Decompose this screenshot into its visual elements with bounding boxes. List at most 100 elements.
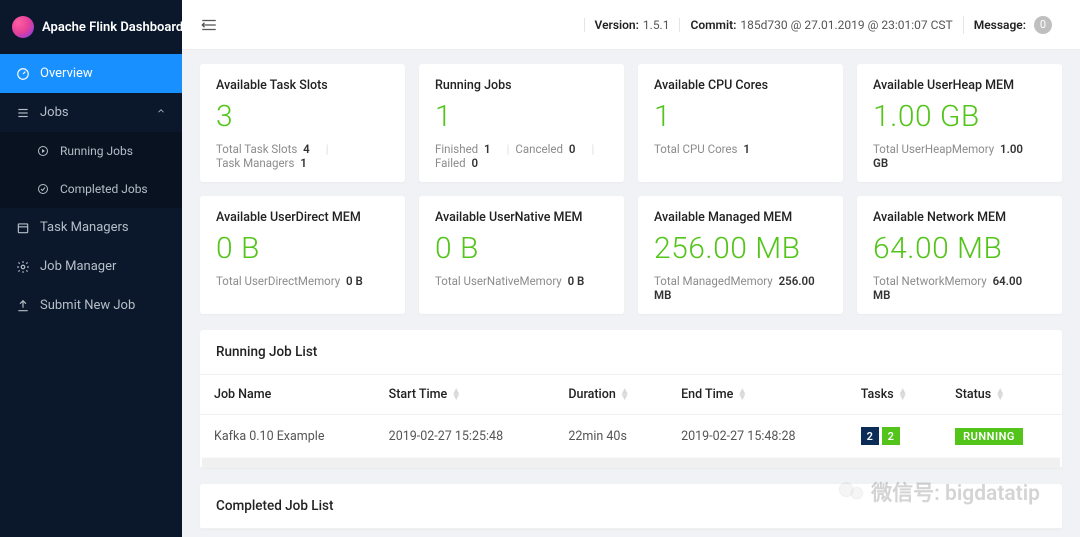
dashboard-icon <box>16 67 30 81</box>
column-header[interactable]: Start Time▲▼ <box>375 375 555 415</box>
nav-overview[interactable]: Overview <box>0 54 182 93</box>
card-footer: Total UserHeapMemory 1.00 GB <box>873 142 1046 170</box>
footer-stat: Failed 0 <box>435 156 478 170</box>
menu-fold-icon[interactable] <box>200 16 218 34</box>
footer-stat: Total UserDirectMemory 0 B <box>216 274 363 288</box>
card-title: Available Network MEM <box>873 210 1046 225</box>
nav-completed-jobs[interactable]: Completed Jobs <box>0 170 182 208</box>
panel-title: Completed Job List <box>200 484 1062 529</box>
footer-stat: Total ManagedMemory 256.00 MB <box>654 274 817 302</box>
version-value: 1.5.1 <box>643 18 670 32</box>
commit-segment: Commit: 185d730 @ 27.01.2019 @ 23:01:07 … <box>679 18 962 32</box>
stat-card: Running Jobs1Finished 1|Canceled 0|Faile… <box>419 64 624 182</box>
nav-label: Submit New Job <box>40 298 135 313</box>
list-icon <box>16 106 30 120</box>
panel-title: Running Job List <box>200 330 1062 375</box>
stat-card: Available Task Slots 3 Total Task Slots 4|… <box>200 64 405 182</box>
card-title: Available CPU Cores <box>654 78 827 93</box>
status-badge: RUNNING <box>955 428 1023 445</box>
sort-icon: ▲▼ <box>451 389 461 401</box>
card-title: Available Managed MEM <box>654 210 827 225</box>
card-footer: Total UserDirectMemory 0 B <box>216 274 389 288</box>
upload-icon <box>16 299 30 313</box>
card-value: 0 B <box>435 231 608 266</box>
card-title: Running Jobs <box>435 78 608 93</box>
card-title: Available UserHeap MEM <box>873 78 1046 93</box>
schedule-icon <box>16 221 30 235</box>
content: Available Task Slots3Total Task Slots 4|… <box>182 50 1080 537</box>
card-title: Available UserDirect MEM <box>216 210 389 225</box>
sort-icon: ▲▼ <box>898 389 908 401</box>
nav-running-jobs[interactable]: Running Jobs <box>0 132 182 170</box>
nav-label: Completed Jobs <box>60 182 148 196</box>
card-value: 64.00 MB <box>873 231 1046 266</box>
nav-jobs-submenu: Running Jobs Completed Jobs <box>0 132 182 208</box>
footer-stat: Total NetworkMemory 64.00 MB <box>873 274 1036 302</box>
stats-cards: Available Task Slots3Total Task Slots 4|… <box>200 64 1062 314</box>
message-count-badge[interactable]: 0 <box>1034 16 1052 34</box>
commit-label: Commit: <box>690 18 736 32</box>
nav-label: Task Managers <box>40 220 129 235</box>
divider: | <box>591 142 594 156</box>
brand-title: Apache Flink Dashboard <box>42 20 183 35</box>
card-title: Available UserNative MEM <box>435 210 608 225</box>
nav-label: Jobs <box>40 105 69 120</box>
task-count-badge: 2 <box>861 427 879 445</box>
cell-start-time: 2019-02-27 15:25:48 <box>375 415 555 458</box>
table-row[interactable]: Kafka 0.10 Example 2019-02-27 15:25:48 2… <box>200 415 1062 458</box>
card-footer: Finished 1|Canceled 0|Failed 0 <box>435 142 608 170</box>
nav-label: Overview <box>40 66 93 81</box>
topbar: Version: 1.5.1 Commit: 185d730 @ 27.01.2… <box>182 0 1080 50</box>
footer-stat: Total Task Slots 4 <box>216 142 310 156</box>
message-label: Message: <box>974 18 1026 32</box>
card-footer: Total ManagedMemory 256.00 MB <box>654 274 827 302</box>
card-value: 3 <box>216 99 389 134</box>
card-footer: Total Task Slots 4|Task Managers 1 <box>216 142 389 170</box>
card-value: 256.00 MB <box>654 231 827 266</box>
divider: | <box>507 142 510 156</box>
footer-stat: Canceled 0 <box>515 142 575 156</box>
sort-icon: ▲▼ <box>737 389 747 401</box>
nav-job-manager[interactable]: Job Manager <box>0 247 182 286</box>
column-header[interactable]: Duration▲▼ <box>554 375 667 415</box>
card-value: 0 B <box>216 231 389 266</box>
footer-stat: Total UserNativeMemory 0 B <box>435 274 584 288</box>
task-count-badge: 2 <box>882 427 900 445</box>
cell-end-time: 2019-02-27 15:48:28 <box>667 415 847 458</box>
card-title: Available Task Slots <box>216 78 389 93</box>
card-value: 1.00 GB <box>873 99 1046 134</box>
main: Version: 1.5.1 Commit: 185d730 @ 27.01.2… <box>182 0 1080 537</box>
sidebar: Apache Flink Dashboard Overview Jobs <box>0 0 182 537</box>
flink-logo-icon <box>12 16 34 38</box>
running-job-panel: Running Job List Job NameStart Time▲▼Dur… <box>200 330 1062 468</box>
check-circle-icon <box>36 182 50 196</box>
footer-stat: Total UserHeapMemory 1.00 GB <box>873 142 1036 170</box>
card-footer: Total CPU Cores 1 <box>654 142 827 156</box>
running-job-table: Job NameStart Time▲▼Duration▲▼End Time▲▼… <box>200 375 1062 458</box>
nav: Overview Jobs Running Jobs <box>0 54 182 325</box>
table-header-row: Job NameStart Time▲▼Duration▲▼End Time▲▼… <box>200 375 1062 415</box>
message-segment: Message: 0 <box>963 16 1062 34</box>
stat-card: Available CPU Cores1Total CPU Cores 1 <box>638 64 843 182</box>
nav-task-managers[interactable]: Task Managers <box>0 208 182 247</box>
gear-icon <box>16 260 30 274</box>
horizontal-scrollbar[interactable] <box>202 458 1060 468</box>
column-header[interactable]: Status▲▼ <box>941 375 1062 415</box>
nav-submit-job[interactable]: Submit New Job <box>0 286 182 325</box>
chevron-up-icon <box>156 105 166 120</box>
column-header[interactable]: End Time▲▼ <box>667 375 847 415</box>
nav-label: Running Jobs <box>60 144 133 158</box>
card-footer: Total NetworkMemory 64.00 MB <box>873 274 1046 302</box>
nav-jobs[interactable]: Jobs <box>0 93 182 132</box>
column-header[interactable]: Tasks▲▼ <box>847 375 941 415</box>
column-header[interactable]: Job Name <box>200 375 375 415</box>
stat-card: Available Network MEM 64.00 MB Total Netwo… <box>857 196 1062 314</box>
play-circle-icon <box>36 144 50 158</box>
stat-card: Available Managed MEM 256.00 MB Total Mana… <box>638 196 843 314</box>
version-label: Version: <box>595 18 639 32</box>
footer-stat: Task Managers 1 <box>216 156 307 170</box>
stat-card: Available UserNative MEM 0 B Total UserNat… <box>419 196 624 314</box>
stat-card: Available UserDirect MEM 0 B Total UserDir… <box>200 196 405 314</box>
sort-icon: ▲▼ <box>620 389 630 401</box>
cell-tasks: 2 2 <box>847 415 941 458</box>
